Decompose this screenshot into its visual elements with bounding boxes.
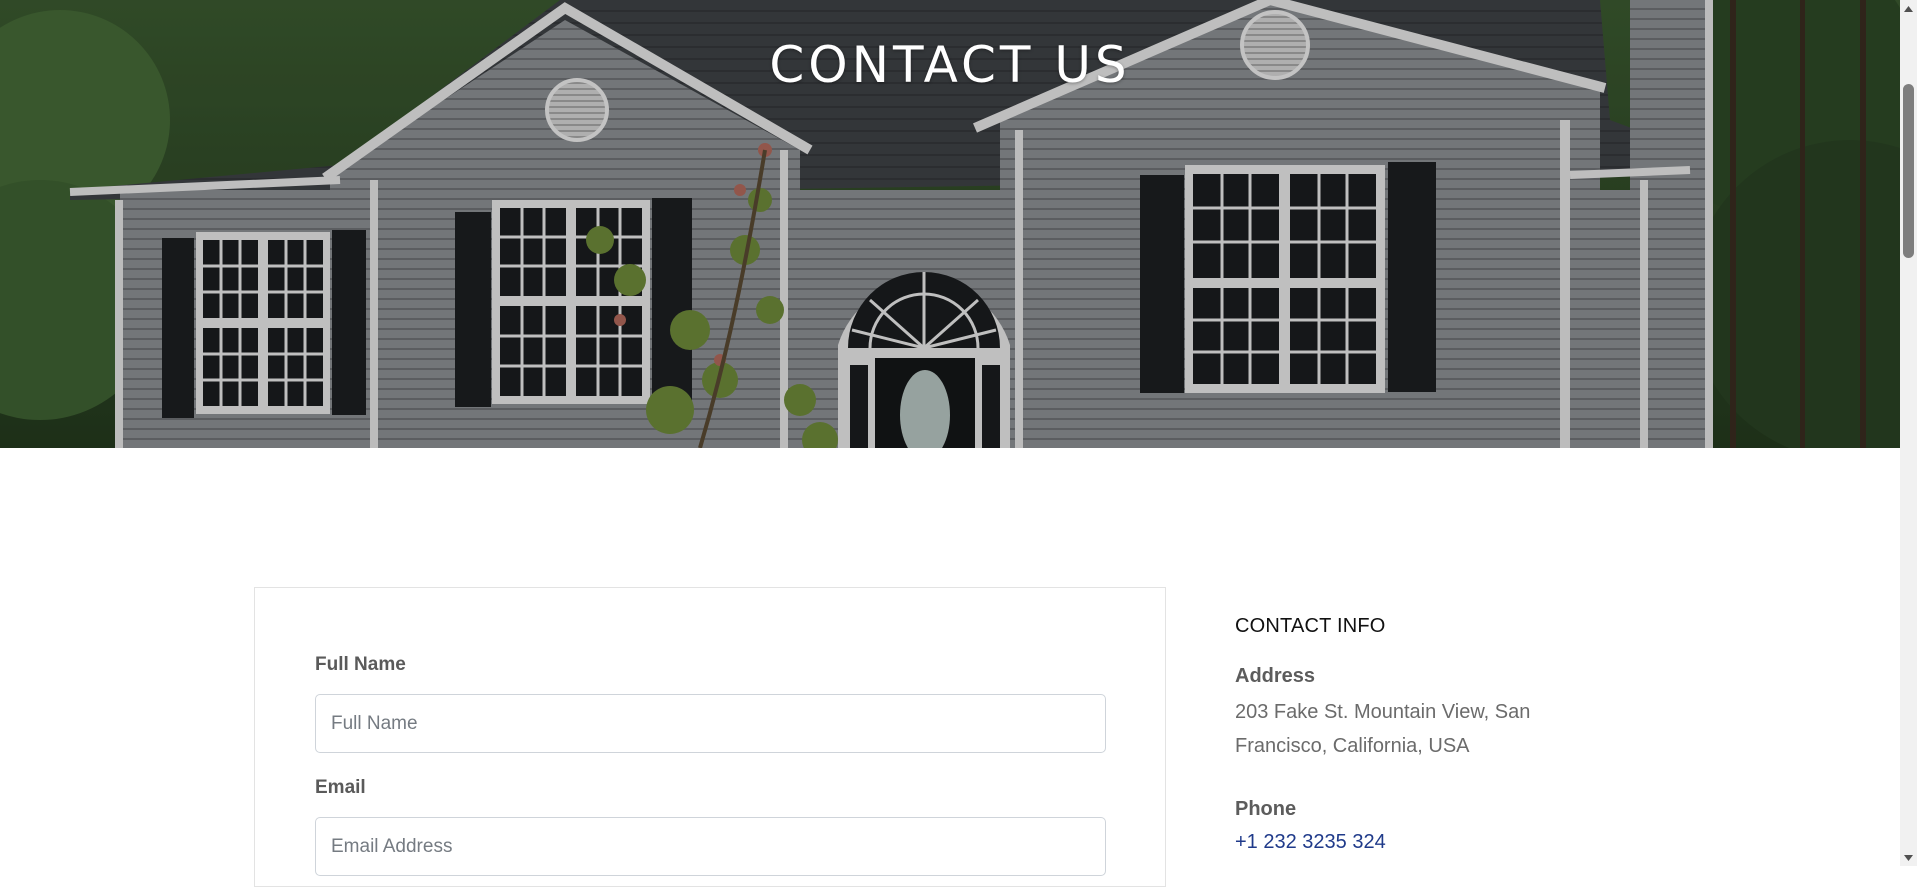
phone-link[interactable]: +1 232 3235 324 [1235,831,1386,854]
email-label: Email [315,777,366,798]
address-text: 203 Fake St. Mountain View, San Francisc… [1235,701,1531,757]
page-scrollbar[interactable] [1900,0,1917,866]
triangle-up-icon[interactable] [1900,0,1917,17]
page-title: CONTACT US [769,36,1131,94]
triangle-down-icon[interactable] [1900,849,1917,866]
full-name-label: Full Name [315,654,406,675]
phone-label: Phone [1235,798,1297,820]
address-label: Address [1235,665,1316,687]
full-name-input[interactable] [315,694,1106,753]
contact-form: Full Name Email [254,587,1166,887]
email-input[interactable] [315,817,1106,876]
contact-info-heading: CONTACT INFO [1235,615,1386,637]
hero-banner: CONTACT US [0,0,1900,448]
scrollbar-thumb[interactable] [1903,84,1914,258]
